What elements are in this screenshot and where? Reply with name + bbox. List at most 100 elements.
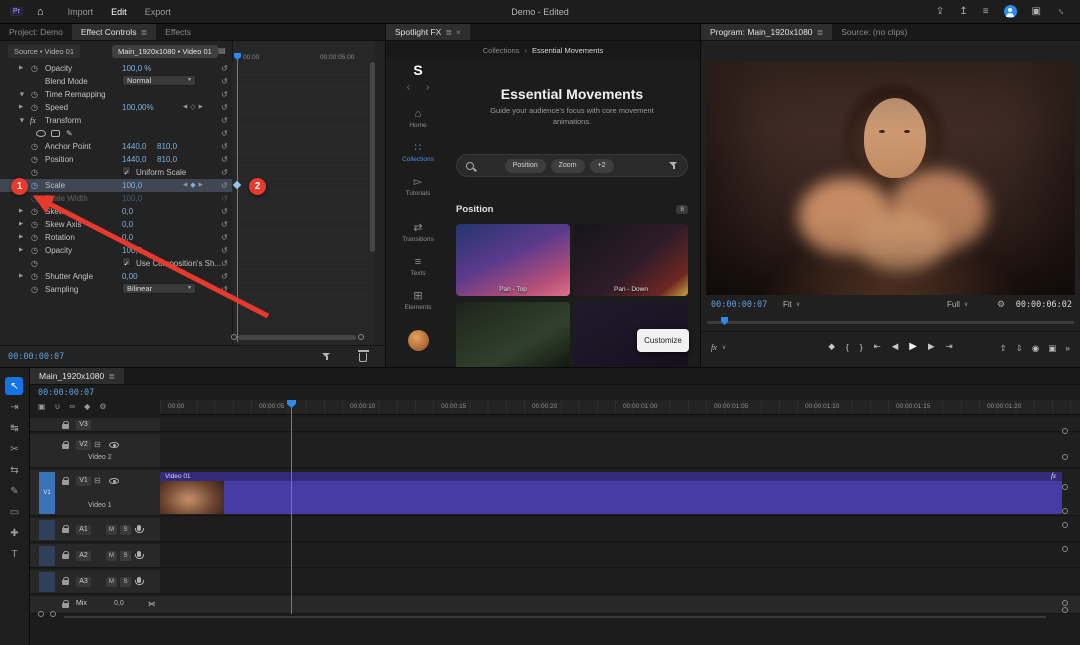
track-select-tool[interactable]: ⇥ (0, 397, 29, 417)
reset-icon[interactable]: ↺ (221, 140, 228, 153)
go-to-out-button[interactable]: ⇥ (946, 341, 953, 352)
track-header-a3[interactable]: A3 M S (30, 570, 160, 594)
menu-export[interactable]: Export (145, 7, 171, 17)
menu-import[interactable]: Import (68, 7, 94, 17)
track-resize-handle[interactable] (1062, 454, 1068, 460)
property-value[interactable]: 0,0 (122, 231, 133, 244)
expand-icon[interactable]: ▶ (15, 118, 28, 122)
settings-wrench-icon[interactable]: ⚙ (997, 299, 1005, 310)
scrollbar-end-handle[interactable] (231, 334, 237, 340)
effect-row-blend-mode[interactable]: Blend Mode Normal ▾ ↺ (0, 75, 232, 88)
reset-icon[interactable]: ↺ (221, 283, 228, 296)
selection-tool[interactable]: ↖ (0, 376, 29, 396)
play-button[interactable]: ▶ (909, 341, 917, 352)
timeline-hscrollbar[interactable] (64, 616, 1046, 618)
stopwatch-icon[interactable]: ◷ (31, 257, 38, 270)
track-lock-icon[interactable] (62, 420, 69, 429)
effect-row-opacity[interactable]: ▶ ◷ Opacity 100,0 ↺ (0, 244, 232, 257)
reset-icon[interactable]: ↺ (221, 101, 228, 114)
fullscreen-icon[interactable]: ⇔ (1054, 4, 1069, 19)
lift-button[interactable]: ⇧ (1000, 343, 1007, 354)
track-header-v2[interactable]: V2 ⊟ Video 2 (30, 434, 160, 468)
track-resize-handle[interactable] (1062, 522, 1068, 528)
expand-icon[interactable]: ▶ (19, 205, 23, 218)
stopwatch-icon[interactable]: ◷ (31, 153, 38, 166)
track-lock-icon[interactable] (62, 476, 69, 485)
sidebar-item-transitions[interactable]: ⇄ Transitions (386, 216, 450, 250)
reset-icon[interactable]: ↺ (221, 88, 228, 101)
property-value[interactable]: 810,0 (157, 153, 177, 166)
sync-lock-icon[interactable]: ⊟ (94, 477, 101, 485)
track-header-v3[interactable]: V3 (30, 418, 160, 432)
track-resize-handle[interactable] (1062, 546, 1068, 552)
filter-chip-2[interactable]: +2 (589, 158, 614, 173)
avatar[interactable] (408, 330, 429, 351)
stopwatch-icon[interactable]: ◷ (31, 205, 38, 218)
filter-icon[interactable] (322, 352, 331, 361)
effect-row[interactable]: ◷ ✓ Use Composition's Sh... ↺ (0, 257, 232, 270)
sidebar-item-collections[interactable]: ∷ Collections (386, 136, 450, 170)
effect-row-scale[interactable]: ▶ ◷ Scale 100,0 ◀◆ ▶ ↺ (0, 179, 232, 192)
stopwatch-icon[interactable]: ◷ (31, 231, 38, 244)
mute-button[interactable]: M (106, 577, 117, 587)
time-ruler[interactable]: 00:00 00:00:05 00:00:10 00:00:15 00:00:20 00:… (160, 400, 1080, 415)
keyframe-navigator[interactable]: ◀ ◆ ▶ (183, 179, 203, 192)
property-value[interactable]: 1440,0 (122, 153, 146, 166)
stopwatch-icon[interactable]: ◷ (31, 179, 38, 192)
effect-row-skew[interactable]: ▶ ◷ Skew 0,0 ↺ (0, 205, 232, 218)
sync-lock-icon[interactable]: ⊟ (94, 441, 101, 449)
effect-row[interactable]: ◷ ✓ Uniform Scale ↺ (0, 166, 232, 179)
expand-icon[interactable]: ▶ (15, 92, 28, 96)
reset-icon[interactable]: ↺ (221, 231, 228, 244)
track-name[interactable]: V1 (76, 476, 91, 486)
extract-button[interactable]: ⇩ (1016, 343, 1023, 354)
stopwatch-icon[interactable]: ◷ (31, 62, 38, 75)
expand-icon[interactable]: ▶ (19, 231, 23, 244)
source-patch-v1[interactable]: V1 (39, 472, 55, 514)
program-timecode[interactable]: 00:00:00:07 (711, 300, 767, 310)
program-preview[interactable] (706, 62, 1075, 295)
workspaces-icon[interactable]: ≡ (983, 6, 989, 17)
reset-icon[interactable]: ↺ (221, 244, 228, 257)
clip-fx-badge[interactable]: fx (1051, 472, 1056, 480)
effect-controls-playhead[interactable] (237, 60, 238, 342)
voiceover-record-icon[interactable] (135, 525, 144, 533)
delete-icon[interactable] (357, 350, 369, 362)
tab-project-demo[interactable]: Project: Demo (0, 24, 72, 40)
effect-row-speed[interactable]: ▶ ◷ Speed 100,00% ◀ ◇ ▶ ↺ (0, 101, 232, 114)
track-lane-a3[interactable] (160, 570, 1080, 594)
reset-icon[interactable]: ↺ (221, 114, 228, 127)
stopwatch-icon[interactable]: ◷ (31, 101, 38, 114)
panel-menu-icon[interactable]: ≣ (445, 28, 452, 37)
export-frame-button[interactable]: ◉ (1032, 343, 1039, 354)
next-keyframe-icon[interactable]: ▶ (199, 179, 203, 192)
dropdown[interactable]: Normal ▾ (122, 75, 196, 86)
more-buttons[interactable]: » (1065, 343, 1070, 354)
keyframe-navigator[interactable]: ◀ ◇ ▶ (183, 101, 203, 114)
preset-item-pan-down[interactable]: Pan - Down (574, 224, 688, 296)
track-name[interactable]: A1 (76, 525, 91, 535)
expand-icon[interactable]: ▶ (19, 270, 23, 283)
reset-icon[interactable]: ↺ (221, 270, 228, 283)
close-icon[interactable]: × (456, 28, 461, 37)
track-lock-icon[interactable] (62, 550, 69, 559)
track-name[interactable]: A3 (76, 577, 91, 587)
reset-icon[interactable]: ↺ (221, 127, 228, 140)
tab-effect-controls[interactable]: Effect Controls ≣ (71, 24, 157, 40)
effect-row-shutter-angle[interactable]: ▶ ◷ Shutter Angle 0,00 ↺ (0, 270, 232, 283)
track-lane-a2[interactable] (160, 544, 1080, 568)
rectangle-tool[interactable]: ▭ (0, 502, 29, 522)
tab-effects[interactable]: Effects (156, 24, 200, 40)
track-header-a2[interactable]: A2 M S (30, 544, 160, 568)
track-lane-a1[interactable] (160, 518, 1080, 542)
reset-icon[interactable]: ↺ (221, 179, 228, 192)
preset-item-pan-top[interactable]: Pan - Top (456, 224, 570, 296)
stopwatch-icon[interactable]: ◷ (31, 140, 38, 153)
track-lane-v3[interactable] (160, 418, 1080, 432)
source-patch-a1[interactable] (39, 520, 55, 540)
track-lane-v2[interactable] (160, 434, 1080, 468)
sidebar-item-tutorials[interactable]: ▻ Tutorials (386, 170, 450, 204)
next-keyframe-icon[interactable]: ▶ (199, 101, 203, 114)
mark-out-button[interactable]: } (860, 342, 863, 352)
stopwatch-icon[interactable]: ◷ (31, 270, 38, 283)
